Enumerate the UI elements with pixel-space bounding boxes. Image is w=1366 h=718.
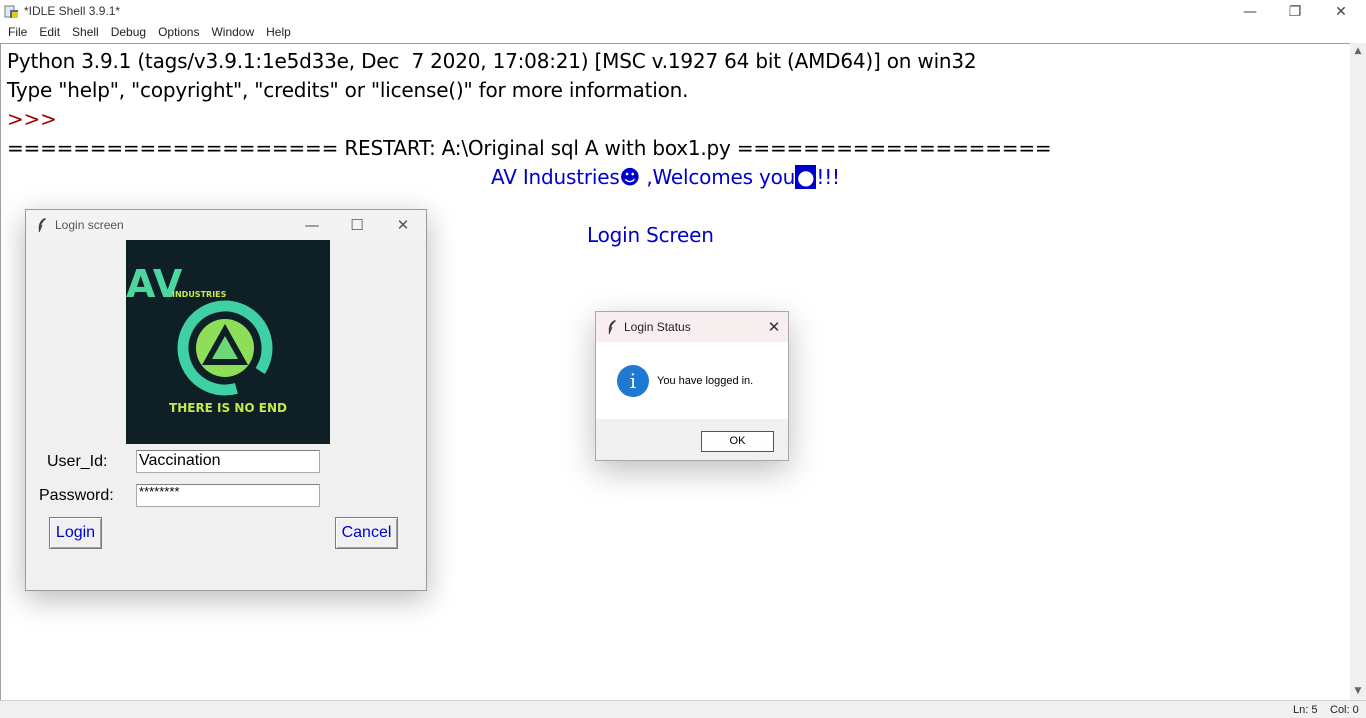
vertical-scrollbar[interactable]: ▲ ▼	[1350, 43, 1366, 700]
dialog-close-button[interactable]: ✕	[762, 316, 786, 338]
login-maximize-button[interactable]: ☐	[342, 214, 372, 236]
logo-tagline: THERE IS NO END	[169, 401, 287, 415]
cancel-button[interactable]: Cancel	[335, 517, 398, 549]
password-input[interactable]: ********	[136, 484, 320, 507]
scroll-up-icon[interactable]: ▲	[1353, 46, 1363, 56]
dialog-footer: OK	[596, 419, 788, 460]
scroll-down-icon[interactable]: ▼	[1353, 686, 1363, 696]
menu-file[interactable]: File	[2, 23, 33, 43]
menu-window[interactable]: Window	[205, 23, 260, 43]
title-bar: *IDLE Shell 3.9.1* — ❐ ✕	[0, 0, 1366, 23]
dialog-message: You have logged in.	[657, 375, 754, 387]
menu-bar: File Edit Shell Debug Options Window Hel…	[0, 23, 1366, 43]
login-button[interactable]: Login	[49, 517, 102, 549]
dialog-title-bar: Login Status ✕	[596, 312, 788, 342]
welcome-text: AV Industries☻ ,Welcomes you	[491, 165, 796, 189]
menu-shell[interactable]: Shell	[66, 23, 105, 43]
shell-info-line: Type "help", "copyright", "credits" or "…	[7, 78, 689, 102]
tk-feather-icon	[608, 320, 616, 335]
login-minimize-button[interactable]: —	[297, 214, 327, 236]
menu-options[interactable]: Options	[152, 23, 205, 43]
restore-button[interactable]: ❐	[1272, 0, 1318, 23]
menu-help[interactable]: Help	[260, 23, 297, 43]
login-window-title-bar: Login screen — ☐ ✕	[26, 210, 426, 240]
user-id-input[interactable]: Vaccination	[136, 450, 320, 473]
av-industries-logo: AV INDUSTRIES THERE IS NO END	[126, 240, 330, 444]
status-column: Col: 0	[1330, 704, 1359, 716]
menu-debug[interactable]: Debug	[105, 23, 152, 43]
logo-graphic: AV INDUSTRIES THERE IS NO END	[126, 262, 287, 415]
shell-prompt: >>>	[7, 107, 57, 131]
highlighted-glyph: ●	[795, 165, 817, 189]
idle-app-icon	[4, 5, 18, 18]
login-window-title: Login screen	[55, 218, 124, 232]
close-button[interactable]: ✕	[1318, 0, 1364, 23]
tk-feather-icon	[38, 218, 46, 233]
welcome-line: AV Industries☻ ,Welcomes you ●!!!	[491, 165, 840, 189]
login-status-dialog: Login Status ✕ i You have logged in. OK	[595, 311, 789, 461]
login-window: Login screen — ☐ ✕ AV INDUSTRIES THERE I…	[25, 209, 427, 591]
info-icon: i	[617, 365, 649, 397]
window-title: *IDLE Shell 3.9.1*	[24, 4, 121, 18]
ok-button[interactable]: OK	[701, 431, 774, 452]
dialog-title: Login Status	[624, 320, 691, 334]
status-bar: Ln: 5 Col: 0	[0, 700, 1366, 718]
user-id-label: User_Id:	[47, 453, 108, 470]
shell-banner-line: Python 3.9.1 (tags/v3.9.1:1e5d33e, Dec 7…	[7, 49, 977, 73]
shell-restart-line: ==================== RESTART: A:\Origina…	[7, 136, 1052, 160]
minimize-button[interactable]: —	[1227, 0, 1273, 23]
menu-edit[interactable]: Edit	[33, 23, 66, 43]
login-close-button[interactable]: ✕	[388, 214, 418, 236]
logo-sub: INDUSTRIES	[172, 290, 227, 299]
password-label: Password:	[39, 487, 114, 504]
status-line: Ln: 5	[1293, 704, 1318, 716]
login-screen-heading: Login Screen	[587, 223, 714, 247]
welcome-suffix: !!!	[816, 165, 840, 189]
logo-brand: AV	[126, 262, 183, 306]
